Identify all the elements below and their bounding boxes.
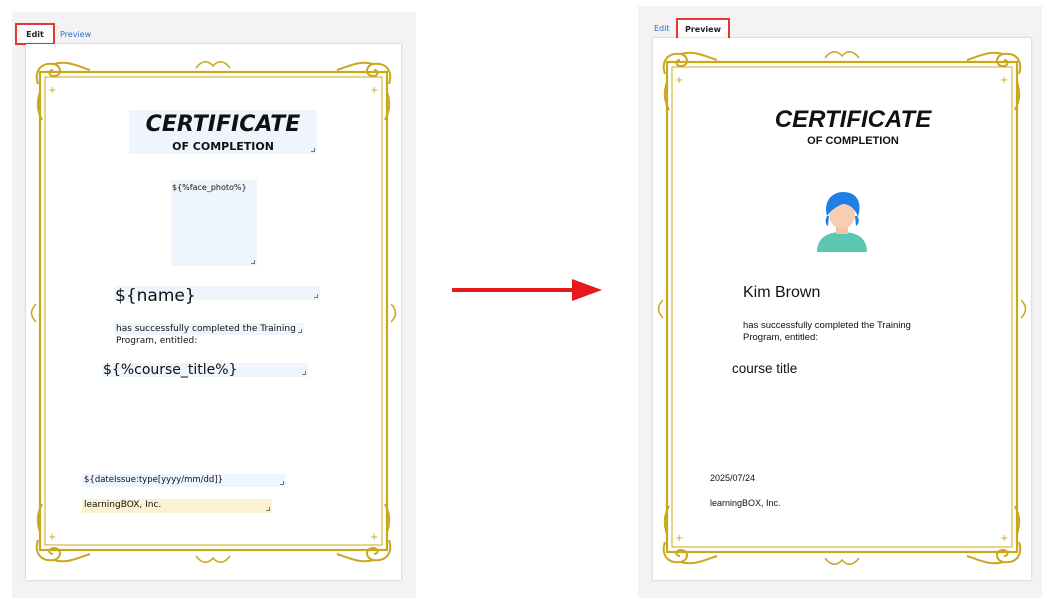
date-placeholder: ${dateIssue:type[yyyy/mm/dd]} (84, 475, 224, 485)
body-text-line-1: has successfully completed the Training (743, 320, 911, 331)
course-title-placeholder: ${%course_title%} (103, 362, 238, 378)
svg-text:+: + (1000, 75, 1008, 86)
avatar-icon (817, 192, 867, 252)
recipient-name: Kim Brown (743, 284, 821, 301)
certificate-title: CERTIFICATE (774, 106, 932, 133)
company-name: learningBOX, Inc. (84, 500, 162, 510)
body-text-line-2: Program, entitled: (116, 336, 198, 346)
certificate-title: CERTIFICATE (145, 112, 301, 137)
certificate-subtitle: OF COMPLETION (807, 135, 899, 147)
svg-text:+: + (370, 532, 378, 543)
issue-date: 2025/07/24 (710, 473, 756, 483)
certificate-canvas-edit: + + + + CERTIFICATE OF COMPLETION ${%fac… (26, 44, 401, 580)
red-arrow-icon (452, 279, 602, 301)
svg-text:+: + (675, 75, 683, 86)
certificate-subtitle: OF COMPLETION (172, 140, 274, 153)
name-placeholder: ${name} (115, 286, 196, 306)
svg-text:+: + (1000, 533, 1008, 544)
tab-edit[interactable]: Edit (15, 23, 55, 45)
svg-text:+: + (675, 533, 683, 544)
tab-preview[interactable]: Preview (60, 30, 91, 39)
svg-text:+: + (48, 532, 56, 543)
body-text-line-2: Program, entitled: (743, 332, 818, 343)
body-text-line-1: has successfully completed the Training (116, 324, 296, 334)
photo-placeholder: ${%face_photo%} (172, 183, 247, 192)
tab-edit[interactable]: Edit (654, 24, 670, 33)
photo-field[interactable] (171, 180, 257, 266)
course-title: course title (732, 361, 798, 376)
certificate-preview: + + + + CERTIFICATE OF COMPLETION Kim Br… (653, 38, 1031, 580)
svg-text:+: + (48, 85, 56, 96)
company-name: learningBOX, Inc. (710, 498, 781, 508)
svg-text:+: + (370, 85, 378, 96)
